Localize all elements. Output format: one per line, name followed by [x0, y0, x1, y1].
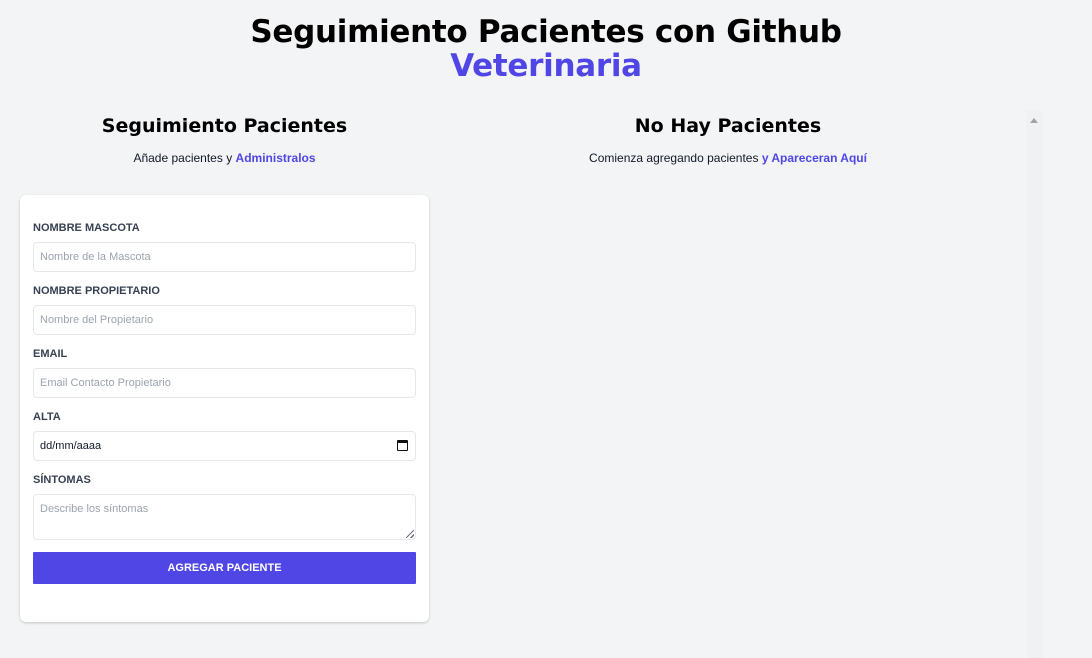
patient-form: Nombre Mascota Nombre Propietario Email …: [20, 195, 429, 622]
email-label: Email: [33, 348, 68, 360]
form-section-subtitle: Añade pacientes y Administralos: [20, 150, 429, 166]
form-section-title: Seguimiento Pacientes: [101, 115, 348, 137]
pet-name-label: Nombre Mascota: [33, 222, 140, 234]
patients-list-column: No Hay Pacientes Comienza agregando paci…: [440, 114, 1016, 166]
page-title-accent: Veterinaria: [450, 48, 642, 84]
discharge-date-field: Alta dd/mm/aaaa: [33, 410, 416, 461]
patients-list-subtitle: Comienza agregando pacientes y Aparecera…: [440, 150, 1016, 166]
email-input[interactable]: [33, 368, 416, 398]
email-field: Email: [33, 347, 416, 398]
resize-grip-icon[interactable]: [406, 530, 414, 538]
discharge-date-label: Alta: [33, 411, 61, 423]
page-header: Seguimiento Pacientes con Github Veterin…: [0, 14, 1092, 82]
symptoms-textarea-wrapper: [33, 494, 416, 540]
patients-list-title: No Hay Pacientes: [634, 115, 822, 137]
symptoms-textarea[interactable]: [33, 494, 416, 540]
discharge-date-value: dd/mm/aaaa: [40, 440, 102, 452]
patients-list-scrollbar[interactable]: [1026, 110, 1042, 658]
pet-name-field: Nombre Mascota: [33, 221, 416, 272]
pet-name-input[interactable]: [33, 242, 416, 272]
page-title-main: Seguimiento Pacientes con Github: [250, 14, 842, 50]
app-page: Seguimiento Pacientes con Github Veterin…: [0, 0, 1092, 658]
form-column: Seguimiento Pacientes Añade pacientes y …: [20, 114, 429, 622]
form-subtitle-highlight: Administralos: [235, 151, 316, 165]
add-patient-button[interactable]: Agregar Paciente: [33, 552, 416, 584]
symptoms-label: Síntomas: [33, 474, 91, 486]
list-subtitle-highlight: y Apareceran Aquí: [761, 151, 867, 165]
form-subtitle-prefix: Añade pacientes y: [133, 151, 236, 165]
scroll-up-arrow-icon[interactable]: [1030, 118, 1038, 123]
owner-name-field: Nombre Propietario: [33, 284, 416, 335]
owner-name-label: Nombre Propietario: [33, 285, 160, 297]
discharge-date-input[interactable]: dd/mm/aaaa: [33, 431, 416, 461]
owner-name-input[interactable]: [33, 305, 416, 335]
calendar-icon[interactable]: [397, 440, 408, 451]
symptoms-field: Síntomas: [33, 473, 416, 540]
list-subtitle-prefix: Comienza agregando pacientes: [589, 151, 762, 165]
page-title: Seguimiento Pacientes con Github Veterin…: [0, 14, 1092, 82]
